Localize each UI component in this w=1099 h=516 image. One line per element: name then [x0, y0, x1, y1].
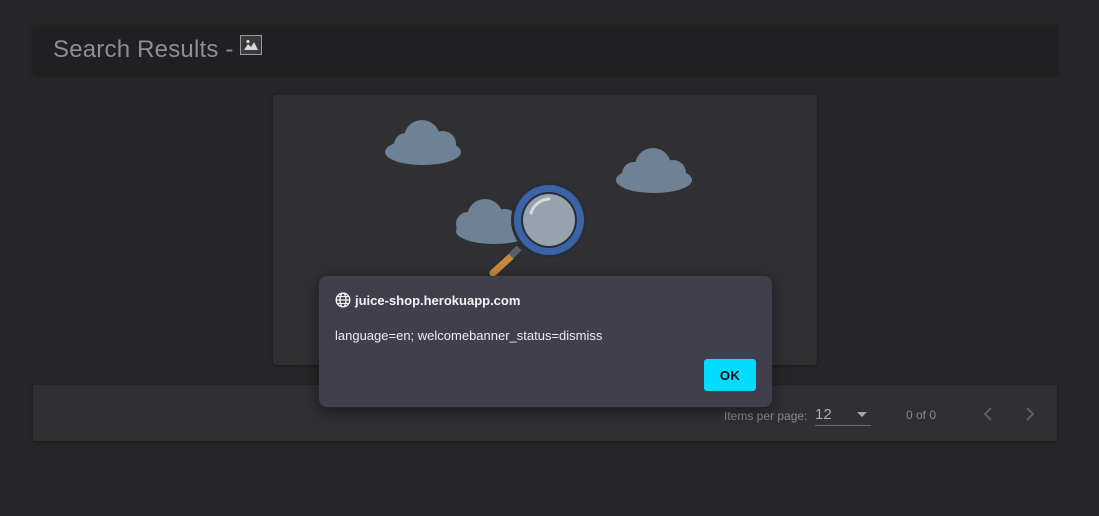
ok-button[interactable]: OK: [704, 359, 756, 391]
page-size-value: 12: [815, 406, 832, 423]
page-size-select[interactable]: 12: [815, 403, 871, 426]
chevron-left-icon: [983, 407, 992, 421]
dialog-origin-text: juice-shop.herokuapp.com: [355, 292, 521, 308]
previous-page-button[interactable]: [976, 401, 1002, 427]
page-title: Search Results -: [53, 35, 262, 64]
range-label: 0 of 0: [906, 408, 937, 422]
globe-icon: [335, 292, 351, 308]
alert-dialog: juice-shop.herokuapp.com language=en; we…: [319, 276, 772, 407]
results-header: Search Results -: [33, 25, 1057, 75]
dialog-origin: juice-shop.herokuapp.com: [335, 292, 520, 308]
page: Search Results - Items per page: 12 0 of…: [0, 0, 1099, 516]
dialog-message: language=en; welcomebanner_status=dismis…: [335, 328, 603, 343]
items-per-page-label: Items per page:: [724, 409, 808, 423]
next-page-button[interactable]: [1016, 401, 1042, 427]
broken-image-icon: [239, 35, 262, 55]
page-title-text: Search Results -: [53, 36, 234, 63]
chevron-right-icon: [1026, 407, 1035, 421]
dropdown-arrow-icon: [857, 412, 867, 417]
